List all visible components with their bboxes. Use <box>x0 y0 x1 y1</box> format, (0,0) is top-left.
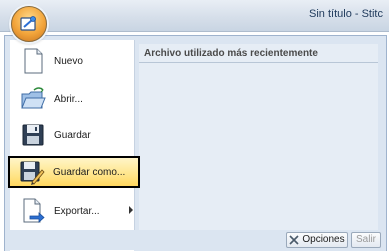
recent-files-header: Archivo utilizado más recientemente <box>139 44 378 63</box>
menu-item-label: Nuevo <box>54 55 83 67</box>
options-icon <box>289 235 299 245</box>
open-folder-icon <box>21 87 46 109</box>
menu-item-save[interactable]: Guardar <box>16 117 140 153</box>
menu-item-open[interactable]: Abrir... <box>16 81 140 117</box>
export-icon <box>23 198 45 223</box>
menu-item-label: Guardar como... <box>53 166 126 178</box>
options-button[interactable]: Opciones <box>286 232 348 248</box>
submenu-arrow-icon <box>129 206 133 214</box>
new-document-icon <box>24 48 43 74</box>
title-bar: Sin título - Stitc <box>0 0 389 32</box>
recent-files-pane <box>139 44 378 230</box>
exit-button[interactable]: Salir <box>351 232 381 248</box>
menu-item-label: Exportar... <box>54 205 100 217</box>
options-label: Opciones <box>302 234 345 245</box>
menu-item-label: Abrir... <box>54 93 83 105</box>
app-menu-button[interactable] <box>11 6 47 42</box>
menu-item-export[interactable]: Exportar... <box>16 193 140 229</box>
menu-item-new[interactable]: Nuevo <box>16 43 140 79</box>
app-menu-icon <box>20 16 36 31</box>
exit-label: Salir <box>355 234 376 245</box>
save-disk-icon <box>22 124 44 146</box>
menu-item-save-as[interactable]: Guardar como... <box>8 156 140 188</box>
save-as-icon <box>20 161 45 185</box>
window-title: Sin título - Stitc <box>309 8 383 20</box>
menu-item-label: Guardar <box>54 129 91 141</box>
